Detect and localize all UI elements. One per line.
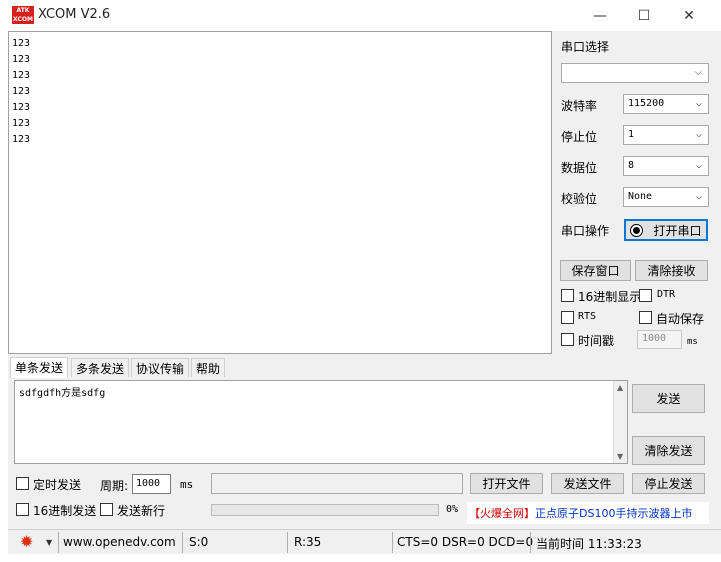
timed-send-label: 定时发送 bbox=[33, 478, 82, 492]
port-select-combo[interactable]: ⌵ bbox=[561, 63, 709, 83]
receive-line: 123 bbox=[12, 54, 31, 65]
send-file-button[interactable]: 发送文件 bbox=[551, 473, 624, 494]
tab-single-send[interactable]: 单条发送 bbox=[10, 357, 69, 378]
period-unit: ms bbox=[180, 478, 194, 491]
receive-line: 123 bbox=[12, 38, 31, 49]
status-bar: ✹ ▼ www.openedv.com S:0 R:35 CTS=0 DSR=0… bbox=[8, 529, 721, 554]
sent-count: S:0 bbox=[189, 535, 209, 549]
status-separator bbox=[392, 532, 393, 553]
chevron-down-icon[interactable]: ▼ bbox=[46, 538, 52, 547]
scroll-down-icon[interactable]: ▼ bbox=[617, 452, 623, 461]
title-bar: ATK XCOM XCOM V2.6 — ☐ ✕ bbox=[0, 0, 721, 31]
chevron-down-icon: ⌵ bbox=[695, 191, 702, 202]
send-newline-checkbox[interactable] bbox=[100, 503, 113, 516]
receive-line: 123 bbox=[12, 70, 31, 81]
timestamp-interval-input[interactable]: 1000 bbox=[637, 330, 682, 349]
chevron-down-icon: ⌵ bbox=[695, 160, 702, 171]
dtr-checkbox[interactable] bbox=[639, 289, 652, 302]
stop-bits-combo[interactable]: 1 ⌵ bbox=[623, 125, 709, 145]
stop-bits-label: 停止位 bbox=[561, 130, 598, 144]
hex-send-label: 16进制发送 bbox=[33, 504, 97, 518]
baud-value: 115200 bbox=[628, 98, 665, 109]
status-separator bbox=[530, 532, 531, 553]
ad-banner-prefix: 【火爆全网】 bbox=[469, 507, 535, 520]
status-separator bbox=[287, 532, 288, 553]
send-newline-label: 发送新行 bbox=[117, 504, 166, 518]
period-label: 周期: bbox=[100, 479, 129, 493]
auto-save-label: 自动保存 bbox=[656, 312, 705, 326]
send-button[interactable]: 发送 bbox=[632, 384, 705, 413]
chevron-down-icon: ⌵ bbox=[694, 67, 702, 78]
rts-label: RTS bbox=[578, 311, 597, 322]
receive-line: 123 bbox=[12, 86, 31, 97]
send-scrollbar[interactable]: ▲ ▼ bbox=[613, 381, 627, 463]
tab-protocol-transfer[interactable]: 协议传输 bbox=[131, 358, 190, 377]
ad-banner-text: 正点原子DS100手持示波器上市 bbox=[535, 507, 693, 520]
status-separator bbox=[58, 532, 59, 553]
radio-indicator-icon bbox=[630, 223, 644, 237]
baud-label: 波特率 bbox=[561, 99, 598, 113]
close-icon: ✕ bbox=[683, 7, 695, 24]
website-link[interactable]: www.openedv.com bbox=[63, 533, 176, 552]
parity-label: 校验位 bbox=[561, 192, 598, 206]
clear-send-button[interactable]: 清除发送 bbox=[632, 436, 705, 465]
stop-send-button[interactable]: 停止发送 bbox=[632, 473, 705, 494]
parity-value: None bbox=[628, 191, 653, 202]
timestamp-unit: ms bbox=[687, 337, 698, 347]
chevron-down-icon: ⌵ bbox=[695, 98, 702, 109]
timed-send-checkbox[interactable] bbox=[16, 477, 29, 490]
maximize-button[interactable]: ☐ bbox=[621, 0, 667, 31]
dtr-label: DTR bbox=[657, 289, 676, 300]
tab-multi-send[interactable]: 多条发送 bbox=[71, 358, 130, 377]
rts-checkbox[interactable] bbox=[561, 311, 574, 324]
data-bits-value: 8 bbox=[628, 160, 635, 171]
send-textarea[interactable]: sdfgdfh方是sdfg bbox=[14, 380, 628, 464]
receive-line: 123 bbox=[12, 134, 31, 145]
line-signals: CTS=0 DSR=0 DCD=0 bbox=[397, 535, 534, 549]
open-port-label: 打开串口 bbox=[653, 223, 702, 238]
period-input[interactable]: 1000 bbox=[132, 474, 171, 494]
data-bits-combo[interactable]: 8 ⌵ bbox=[623, 156, 709, 176]
data-bits-label: 数据位 bbox=[561, 161, 598, 175]
maximize-icon: ☐ bbox=[637, 7, 651, 24]
close-button[interactable]: ✕ bbox=[666, 0, 712, 31]
hex-display-label: 16进制显示 bbox=[578, 290, 642, 304]
timestamp-checkbox[interactable] bbox=[561, 333, 574, 346]
open-file-button[interactable]: 打开文件 bbox=[470, 473, 543, 494]
app-logo: ATK XCOM bbox=[12, 6, 34, 24]
port-operation-label: 串口操作 bbox=[561, 224, 610, 238]
receive-line: 123 bbox=[12, 102, 31, 113]
send-progress-text: 0% bbox=[446, 504, 459, 515]
receive-textarea[interactable]: 123 123 123 123 123 123 123 bbox=[8, 31, 552, 354]
baud-combo[interactable]: 115200 ⌵ bbox=[623, 94, 709, 114]
clear-receive-button[interactable]: 清除接收 bbox=[635, 260, 708, 281]
timestamp-label: 时间戳 bbox=[578, 334, 615, 348]
ad-banner-link[interactable]: 【火爆全网】正点原子DS100手持示波器上市 bbox=[467, 502, 709, 524]
hex-display-checkbox[interactable] bbox=[561, 289, 574, 302]
minimize-button[interactable]: — bbox=[577, 0, 623, 31]
stop-bits-value: 1 bbox=[628, 129, 635, 140]
window-title: XCOM V2.6 bbox=[38, 7, 111, 22]
received-count: R:35 bbox=[294, 535, 322, 549]
minimize-icon: — bbox=[593, 7, 607, 24]
send-progress-bar bbox=[211, 504, 439, 516]
save-window-button[interactable]: 保存窗口 bbox=[560, 260, 631, 281]
current-time: 当前时间 11:33:23 bbox=[536, 537, 642, 551]
receive-line: 123 bbox=[12, 118, 31, 129]
port-select-label: 串口选择 bbox=[561, 40, 610, 54]
status-separator bbox=[182, 532, 183, 553]
tab-help[interactable]: 帮助 bbox=[191, 358, 226, 377]
open-port-button[interactable]: 打开串口 bbox=[624, 219, 708, 241]
hex-send-checkbox[interactable] bbox=[16, 503, 29, 516]
parity-combo[interactable]: None ⌵ bbox=[623, 187, 709, 207]
scroll-up-icon[interactable]: ▲ bbox=[617, 383, 623, 392]
gear-icon[interactable]: ✹ bbox=[20, 533, 33, 551]
auto-save-checkbox[interactable] bbox=[639, 311, 652, 324]
file-path-input[interactable] bbox=[211, 473, 463, 494]
chevron-down-icon: ⌵ bbox=[695, 129, 702, 140]
